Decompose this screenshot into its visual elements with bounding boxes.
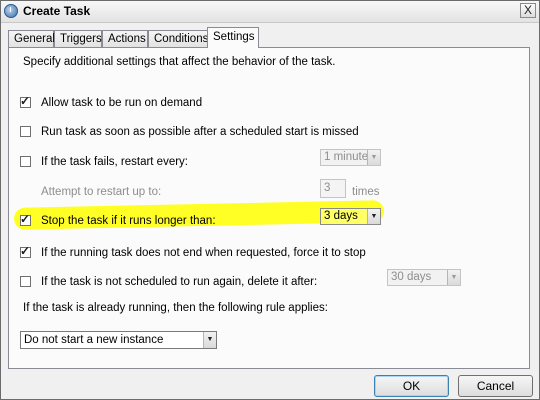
restart-interval-select[interactable]: 1 minute ▼: [320, 149, 381, 166]
restart-attempts-unit: times: [352, 186, 380, 198]
chevron-down-icon: ▼: [367, 209, 380, 224]
force-stop-checkbox[interactable]: ✓: [20, 244, 31, 258]
stop-duration-select[interactable]: 3 days ▼: [320, 208, 381, 225]
delete-if-unscheduled-label[interactable]: If the task is not scheduled to run agai…: [41, 276, 317, 288]
tab-triggers[interactable]: Triggers: [54, 30, 102, 47]
stop-if-long-checkbox[interactable]: ✓: [20, 212, 31, 226]
stop-if-long-label[interactable]: Stop the task if it runs longer than:: [41, 215, 216, 227]
tab-general[interactable]: General: [8, 30, 55, 47]
title-bar[interactable]: Create Task X: [1, 1, 539, 23]
check-mark-icon: ✓: [20, 244, 31, 258]
close-button[interactable]: X: [520, 3, 536, 18]
chevron-down-icon: ▼: [447, 270, 460, 285]
run-asap-label[interactable]: Run task as soon as possible after a sch…: [41, 126, 359, 138]
restart-attempts-input[interactable]: 3: [320, 179, 346, 198]
running-rule-value: Do not start a new instance: [24, 334, 164, 346]
tab-actions[interactable]: Actions: [102, 30, 148, 47]
settings-description: Specify additional settings that affect …: [23, 56, 336, 68]
allow-on-demand-label[interactable]: Allow task to be run on demand: [41, 97, 202, 109]
check-mark-icon: ✓: [20, 94, 31, 108]
chevron-down-icon: ▼: [203, 332, 216, 348]
restart-interval-value: 1 minute: [324, 151, 369, 163]
delete-after-select[interactable]: 30 days ▼: [387, 269, 461, 286]
tab-conditions[interactable]: Conditions: [148, 30, 208, 47]
chevron-down-icon: ▼: [367, 150, 380, 165]
restart-attempts-value: 3: [324, 182, 331, 194]
ok-button[interactable]: OK: [374, 375, 449, 397]
running-rule-label: If the task is already running, then the…: [23, 302, 328, 314]
tab-settings[interactable]: Settings: [207, 27, 259, 48]
delete-if-unscheduled-checkbox[interactable]: [20, 276, 31, 287]
delete-after-value: 30 days: [391, 271, 432, 283]
check-mark-icon: ✓: [20, 212, 31, 226]
create-task-dialog: Create Task X General Triggers Actions C…: [0, 0, 540, 400]
restart-on-fail-checkbox[interactable]: [20, 156, 31, 167]
restart-on-fail-label[interactable]: If the task fails, restart every:: [41, 156, 188, 168]
stop-duration-value: 3 days: [324, 210, 358, 222]
task-scheduler-icon: [4, 4, 18, 18]
allow-on-demand-checkbox[interactable]: ✓: [20, 94, 31, 108]
restart-attempts-label: Attempt to restart up to:: [41, 186, 162, 198]
force-stop-label[interactable]: If the running task does not end when re…: [41, 247, 366, 259]
running-rule-select[interactable]: Do not start a new instance ▼: [20, 331, 217, 349]
window-title: Create Task: [23, 4, 91, 18]
cancel-button[interactable]: Cancel: [458, 375, 533, 397]
run-asap-checkbox[interactable]: [20, 126, 31, 137]
